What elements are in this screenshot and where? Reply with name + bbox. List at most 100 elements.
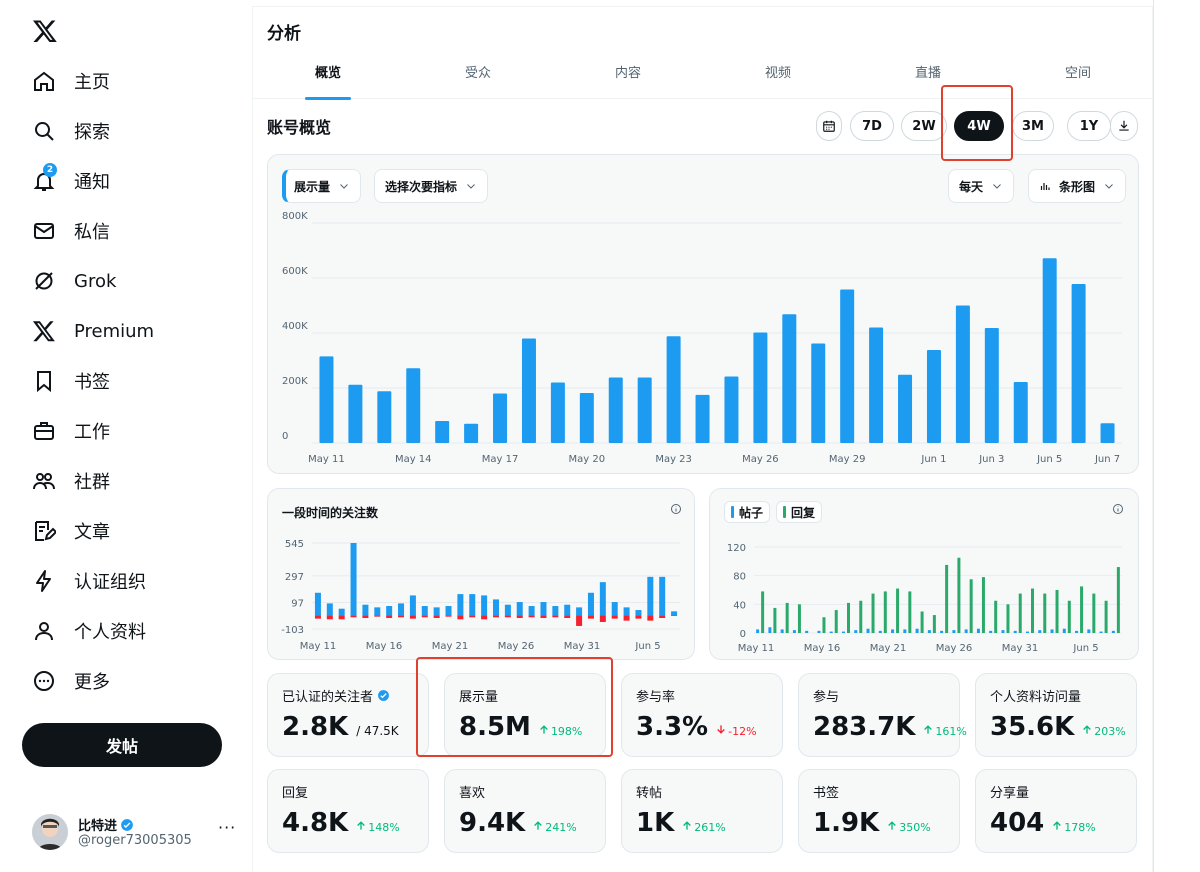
account-switcher[interactable]: 比特进 @roger73005305 ···: [32, 812, 242, 856]
sidebar-item-13[interactable]: 更多: [22, 656, 242, 706]
post-button[interactable]: 发帖: [22, 723, 222, 767]
bar: [724, 376, 739, 443]
y-tick-label: 545: [285, 539, 304, 550]
more-dots-icon[interactable]: ···: [218, 818, 236, 837]
sidebar-item-5[interactable]: Grok: [22, 256, 242, 306]
range-4w-button[interactable]: 4W: [954, 111, 1004, 141]
sidebar-item-9[interactable]: 社群: [22, 456, 242, 506]
stat-change: 261%: [682, 820, 726, 834]
sidebar-item-2[interactable]: 探索: [22, 106, 242, 156]
range-7d-button[interactable]: 7D: [850, 111, 894, 141]
sidebar-nav: 主页 探索 2 通知 私信 Grok Premium 书签工作社群 文章 认证组织 个人资料 更多: [22, 56, 242, 706]
stat-card[interactable]: 个人资料访问量 35.6K 203%: [975, 673, 1137, 757]
bar: [579, 392, 594, 443]
range-2w-button[interactable]: 2W: [901, 111, 947, 141]
stat-card[interactable]: 已认证的关注者 2.8K / 47.5K: [267, 673, 429, 757]
bar-posts: [1001, 630, 1005, 633]
x-logo-icon[interactable]: [32, 18, 58, 44]
y-tick-label: 800K: [282, 211, 308, 222]
bar-replies: [1018, 593, 1022, 633]
arrow-up-icon: [924, 725, 933, 734]
bar-positive: [671, 611, 678, 616]
stat-value: 35.6K: [990, 712, 1075, 742]
x-tick-label: May 31: [564, 641, 601, 652]
verified-badge-icon: [121, 818, 133, 831]
tab-5[interactable]: 直播: [853, 53, 1003, 99]
download-button[interactable]: [1110, 111, 1138, 141]
bookmark-icon: [32, 369, 56, 393]
bar-posts: [792, 630, 796, 633]
bar-positive: [457, 594, 464, 616]
bar-posts: [805, 630, 809, 633]
sidebar-item-11[interactable]: 认证组织: [22, 556, 242, 606]
sidebar-item-10[interactable]: 文章: [22, 506, 242, 556]
stat-card[interactable]: 展示量 8.5M 198%: [444, 673, 606, 757]
sidebar-item-7[interactable]: 书签: [22, 356, 242, 406]
bar: [1042, 258, 1057, 443]
sidebar-item-3[interactable]: 2 通知: [22, 156, 242, 206]
tab-4[interactable]: 视频: [703, 53, 853, 99]
bar-replies: [883, 591, 887, 633]
bar-posts: [866, 628, 870, 633]
stat-card[interactable]: 参与 283.7K 161%: [798, 673, 967, 757]
bar-positive: [314, 592, 321, 616]
range-3m-button[interactable]: 3M: [1012, 111, 1054, 141]
stat-card[interactable]: 转帖 1K 261%: [621, 769, 783, 853]
stat-card[interactable]: 喜欢 9.4K 241%: [444, 769, 606, 853]
tab-6[interactable]: 空间: [1003, 53, 1153, 99]
stat-label: 回复: [282, 786, 309, 801]
stat-label: 已认证的关注者: [282, 686, 390, 705]
stat-card[interactable]: 书签 1.9K 350%: [798, 769, 960, 853]
bar-negative: [623, 615, 630, 621]
x-tick-label: Jun 5: [634, 641, 660, 652]
calendar-icon: [823, 120, 835, 132]
bar-negative: [409, 615, 416, 619]
stat-change: 350%: [887, 820, 931, 834]
stat-card[interactable]: 参与率 3.3% -12%: [621, 673, 783, 757]
calendar-button[interactable]: [816, 111, 842, 141]
bar-replies: [896, 588, 900, 633]
bar-posts: [756, 629, 760, 633]
bar: [464, 423, 479, 443]
sidebar-item-label: 书签: [74, 372, 110, 393]
stat-value: 2.8K: [282, 712, 349, 742]
download-icon: [1119, 120, 1129, 131]
stat-card[interactable]: 回复 4.8K 148%: [267, 769, 429, 853]
sidebar-item-1[interactable]: 主页: [22, 56, 242, 106]
stat-change: -12%: [716, 724, 757, 738]
bar-replies: [797, 604, 801, 633]
bar-posts: [1050, 629, 1054, 633]
range-1y-button[interactable]: 1Y: [1067, 111, 1111, 141]
section-title: 账号概览: [267, 118, 332, 137]
sidebar-item-12[interactable]: 个人资料: [22, 606, 242, 656]
bar-posts: [976, 628, 980, 633]
sidebar-item-4[interactable]: 私信: [22, 206, 242, 256]
bar-replies: [822, 617, 826, 633]
bar-positive: [350, 543, 357, 616]
bar-negative: [528, 615, 535, 618]
analytics-tabs: 概览 受众 内容 视频 直播 空间: [253, 53, 1153, 100]
tab-3[interactable]: 内容: [553, 53, 703, 99]
stat-card[interactable]: 分享量 404 178%: [975, 769, 1137, 853]
notification-badge: 2: [43, 163, 57, 177]
x-tick-label: Jun 7: [1094, 454, 1120, 465]
bar-negative: [552, 615, 559, 618]
sidebar-item-8[interactable]: 工作: [22, 406, 242, 456]
mail-icon: [32, 219, 56, 243]
tab-1[interactable]: 概览: [253, 53, 403, 100]
tab-2[interactable]: 受众: [403, 53, 553, 99]
posts-replies-chart: 120 80 40 0 May 11 May 16 May 21 May 26 May 31 Ju…: [727, 543, 1122, 654]
bar-negative: [338, 615, 345, 620]
bar-replies: [920, 611, 924, 633]
bar-posts: [1038, 630, 1042, 633]
sidebar-item-6[interactable]: Premium: [22, 306, 242, 356]
arrow-up-icon: [1083, 725, 1092, 734]
bar-replies: [945, 564, 949, 633]
y-tick-label: 97: [291, 598, 304, 609]
sidebar-item-label: 工作: [74, 422, 110, 443]
article-icon: [32, 519, 58, 543]
x-tick-label: May 11: [738, 643, 775, 654]
stat-value-row: 1K 261%: [636, 808, 726, 838]
stat-value: 1K: [636, 808, 675, 838]
bar: [1071, 284, 1086, 443]
